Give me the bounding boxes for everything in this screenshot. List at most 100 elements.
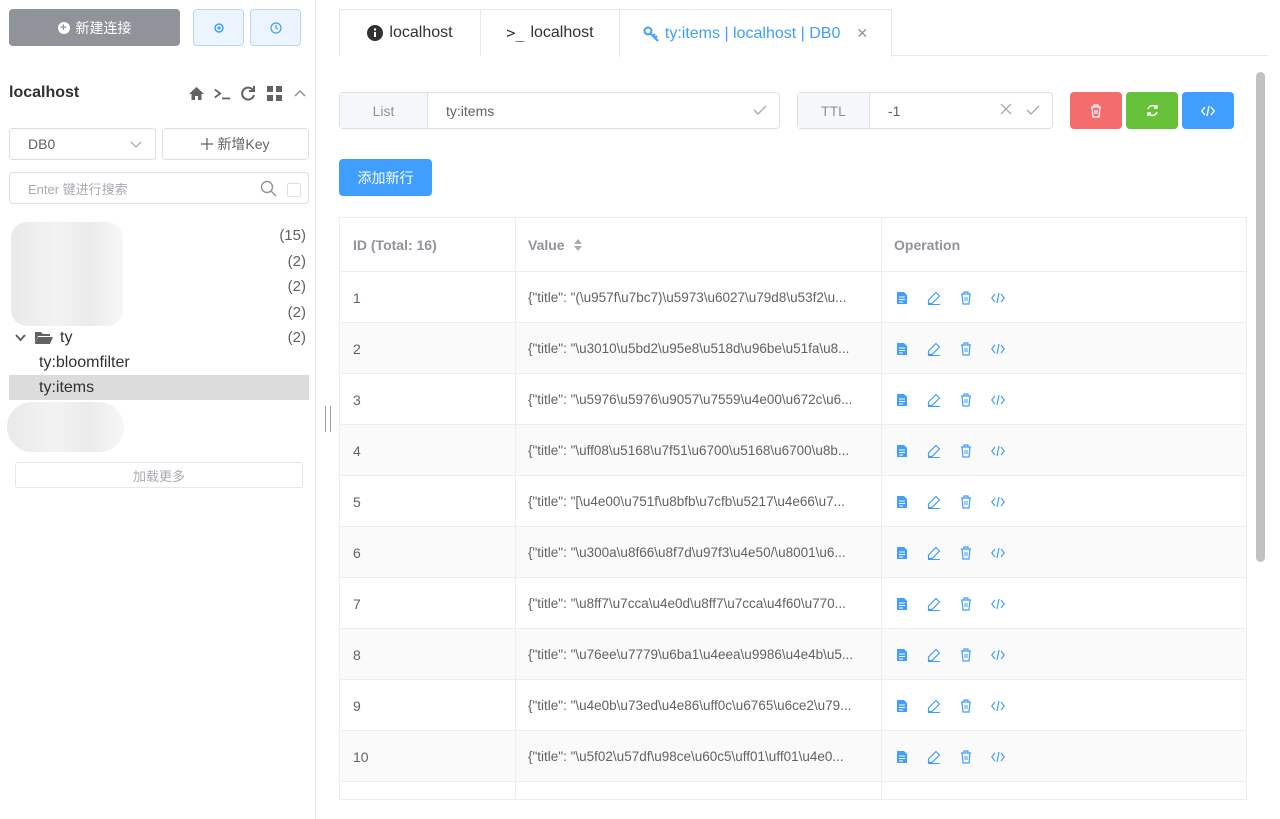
code-icon[interactable] bbox=[990, 341, 1006, 357]
column-divider bbox=[515, 218, 516, 799]
edit-icon[interactable] bbox=[926, 290, 942, 306]
check-icon[interactable] bbox=[753, 103, 767, 117]
check-icon[interactable] bbox=[1026, 103, 1040, 117]
table-row[interactable]: 8 {"title": "\u76ee\u7779\u6ba1\u4eea\u99… bbox=[340, 629, 1246, 680]
view-icon[interactable] bbox=[894, 647, 910, 663]
tree-folder-ty[interactable]: ty (2) bbox=[9, 325, 309, 350]
row-value: {"title": "\u8ff7\u7cca\u4e0d\u8ff7\u7cc… bbox=[528, 596, 846, 611]
edit-icon[interactable] bbox=[926, 647, 942, 663]
chevron-up-icon[interactable] bbox=[291, 84, 309, 102]
trash-icon[interactable] bbox=[958, 392, 974, 408]
history-button[interactable] bbox=[250, 9, 301, 46]
row-operations bbox=[881, 629, 1246, 680]
settings-button[interactable] bbox=[193, 9, 244, 46]
edit-icon[interactable] bbox=[926, 596, 942, 612]
clear-icon[interactable] bbox=[1000, 103, 1012, 115]
connection-name[interactable]: localhost bbox=[9, 84, 79, 102]
edit-icon[interactable] bbox=[926, 494, 942, 510]
grid-icon[interactable] bbox=[265, 84, 283, 102]
tab-cli-localhost[interactable]: >_ localhost bbox=[480, 9, 620, 56]
trash-icon[interactable] bbox=[958, 443, 974, 459]
load-more-button[interactable]: 加载更多 bbox=[15, 462, 303, 488]
code-icon[interactable] bbox=[990, 698, 1006, 714]
resize-handle[interactable] bbox=[325, 406, 331, 432]
close-icon[interactable]: ✕ bbox=[856, 25, 868, 42]
code-icon[interactable] bbox=[990, 443, 1006, 459]
key-name-input[interactable]: ty:items bbox=[428, 93, 779, 128]
trash-icon[interactable] bbox=[958, 341, 974, 357]
table-row[interactable]: 1 {"title": "(\u957f\u7bc7)\u5973\u6027\u… bbox=[340, 272, 1246, 323]
table-row[interactable]: 4 {"title": "\uff08\u5168\u7f51\u6700\u51… bbox=[340, 425, 1246, 476]
tree-key-label: ty:items bbox=[39, 378, 95, 396]
exact-match-checkbox[interactable] bbox=[287, 183, 301, 197]
table-row[interactable]: 2 {"title": "\u3010\u5bd2\u95e8\u518d\u96… bbox=[340, 323, 1246, 374]
table-row[interactable]: 10 {"title": "\u5f02\u57df\u98ce\u60c5\uf… bbox=[340, 731, 1246, 782]
table-row[interactable]: 6 {"title": "\u300a\u8f66\u8f7d\u97f3\u4e… bbox=[340, 527, 1246, 578]
view-icon[interactable] bbox=[894, 749, 910, 765]
new-key-button[interactable]: 新增Key bbox=[162, 128, 309, 160]
view-icon[interactable] bbox=[894, 341, 910, 357]
edit-icon[interactable] bbox=[926, 749, 942, 765]
tab-info-localhost[interactable]: localhost bbox=[339, 9, 481, 56]
code-icon[interactable] bbox=[990, 392, 1006, 408]
view-icon[interactable] bbox=[894, 596, 910, 612]
trash-icon[interactable] bbox=[958, 596, 974, 612]
trash-icon bbox=[1091, 103, 1101, 118]
search-icon[interactable] bbox=[260, 180, 277, 197]
view-icon[interactable] bbox=[894, 698, 910, 714]
tab-key-items[interactable]: ty:items | localhost | DB0 ✕ bbox=[619, 9, 892, 57]
edit-icon[interactable] bbox=[926, 443, 942, 459]
refresh-icon[interactable] bbox=[239, 84, 257, 102]
ttl-input[interactable]: -1 bbox=[870, 93, 1052, 128]
row-operations bbox=[881, 578, 1246, 629]
code-icon[interactable] bbox=[990, 545, 1006, 561]
dump-command-button[interactable] bbox=[1182, 92, 1234, 129]
trash-icon[interactable] bbox=[958, 647, 974, 663]
refresh-icon bbox=[1146, 104, 1158, 117]
edit-icon[interactable] bbox=[926, 545, 942, 561]
home-icon[interactable] bbox=[187, 84, 205, 102]
view-icon[interactable] bbox=[894, 443, 910, 459]
row-id: 4 bbox=[353, 442, 361, 459]
view-icon[interactable] bbox=[894, 392, 910, 408]
view-icon[interactable] bbox=[894, 494, 910, 510]
sort-icon[interactable] bbox=[573, 238, 583, 252]
delete-key-button[interactable] bbox=[1070, 92, 1122, 129]
trash-icon[interactable] bbox=[958, 749, 974, 765]
edit-icon[interactable] bbox=[926, 392, 942, 408]
row-id: 1 bbox=[353, 289, 361, 306]
view-icon[interactable] bbox=[894, 545, 910, 561]
code-icon[interactable] bbox=[990, 749, 1006, 765]
code-icon[interactable] bbox=[990, 647, 1006, 663]
view-icon[interactable] bbox=[894, 290, 910, 306]
row-operations bbox=[881, 272, 1246, 323]
new-connection-button[interactable]: + 新建连接 bbox=[9, 9, 180, 46]
code-icon[interactable] bbox=[990, 494, 1006, 510]
key-search-input[interactable]: Enter 键进行搜索 bbox=[9, 172, 309, 204]
list-table: ID (Total: 16) Value Operation 1 {"title"… bbox=[339, 217, 1247, 800]
trash-icon[interactable] bbox=[958, 545, 974, 561]
add-row-button[interactable]: 添加新行 bbox=[339, 159, 432, 196]
tab-label: localhost bbox=[389, 24, 453, 41]
scrollbar-thumb[interactable] bbox=[1256, 72, 1265, 562]
edit-icon[interactable] bbox=[926, 698, 942, 714]
code-icon[interactable] bbox=[990, 290, 1006, 306]
folder-open-icon bbox=[35, 332, 53, 344]
table-row[interactable]: 7 {"title": "\u8ff7\u7cca\u4e0d\u8ff7\u7c… bbox=[340, 578, 1246, 629]
tree-key-items[interactable]: ty:items bbox=[9, 375, 309, 400]
tree-key-bloomfilter[interactable]: ty:bloomfilter bbox=[9, 350, 309, 375]
trash-icon[interactable] bbox=[958, 290, 974, 306]
terminal-icon[interactable] bbox=[213, 84, 231, 102]
row-operations bbox=[881, 323, 1246, 374]
trash-icon[interactable] bbox=[958, 494, 974, 510]
edit-icon[interactable] bbox=[926, 341, 942, 357]
key-name-field: List ty:items bbox=[339, 92, 780, 129]
column-header-value[interactable]: Value bbox=[515, 218, 881, 272]
db-select[interactable]: DB0 bbox=[9, 128, 156, 160]
table-row[interactable]: 9 {"title": "\u4e0b\u73ed\u4e86\uff0c\u67… bbox=[340, 680, 1246, 731]
table-row[interactable]: 3 {"title": "\u5976\u5976\u9057\u7559\u4e… bbox=[340, 374, 1246, 425]
table-row[interactable]: 5 {"title": "[\u4e00\u751f\u8bfb\u7cfb\u5… bbox=[340, 476, 1246, 527]
code-icon[interactable] bbox=[990, 596, 1006, 612]
refresh-key-button[interactable] bbox=[1126, 92, 1178, 129]
trash-icon[interactable] bbox=[958, 698, 974, 714]
